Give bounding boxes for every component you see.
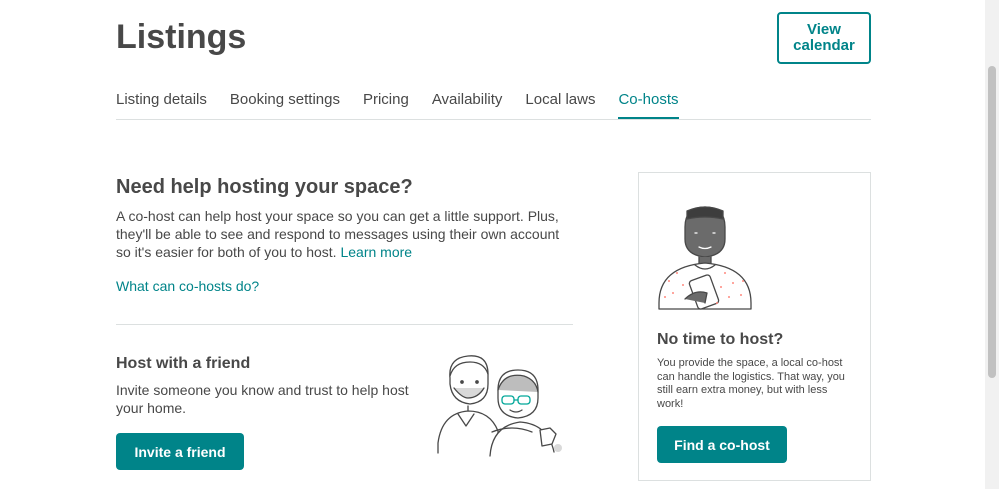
cohost-heading: Need help hosting your space? [116,176,413,198]
invite-friend-button[interactable]: Invite a friend [116,433,244,470]
page-scrollbar[interactable] [985,0,999,489]
person-holding-phone-illustration [658,206,752,310]
listing-tabs: Listing details Booking settings Pricing… [116,88,871,120]
tab-booking-settings[interactable]: Booking settings [230,88,340,118]
cohost-description-text: A co-host can help host your space so yo… [116,208,560,260]
what-can-cohosts-do-link[interactable]: What can co-hosts do? [116,278,259,294]
find-cohost-button[interactable]: Find a co-host [657,426,787,463]
page-title: Listings [116,18,247,56]
card-title: No time to host? [657,331,784,348]
scrollbar-thumb[interactable] [988,66,996,378]
host-with-friend-heading: Host with a friend [116,355,251,372]
cohost-description: A co-host can help host your space so yo… [116,207,576,261]
tab-listing-details[interactable]: Listing details [116,88,207,118]
view-calendar-button[interactable]: View calendar [777,12,871,64]
learn-more-link[interactable]: Learn more [340,244,412,260]
tab-local-laws[interactable]: Local laws [525,88,595,118]
tab-co-hosts[interactable]: Co-hosts [618,88,679,119]
section-divider [116,324,573,325]
tab-availability[interactable]: Availability [432,88,503,118]
find-cohost-card: No time to host? You provide the space, … [638,172,871,481]
tab-pricing[interactable]: Pricing [363,88,409,118]
host-with-friend-description: Invite someone you know and trust to hel… [116,382,409,416]
card-description: You provide the space, a local co-host c… [657,357,845,410]
two-people-hugging-illustration [437,355,562,457]
